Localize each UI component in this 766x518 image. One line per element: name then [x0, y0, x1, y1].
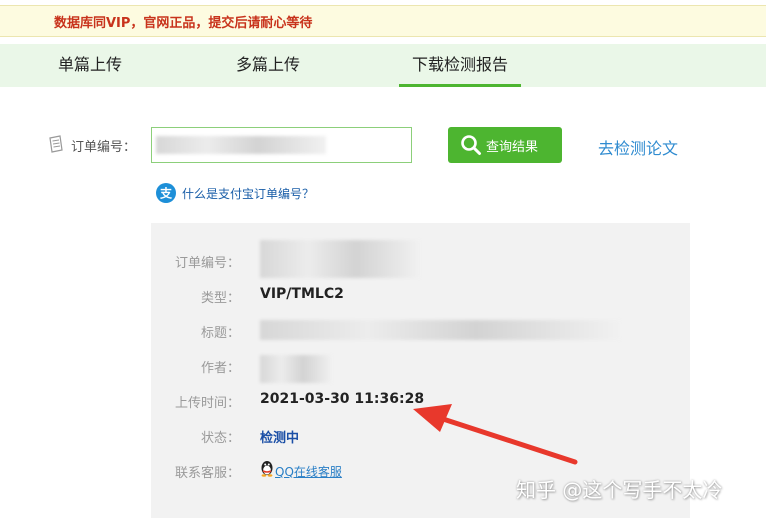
- red-arrow-annotation: [413, 404, 578, 465]
- watermark-text: 知乎 @这个写手不太冷: [516, 478, 723, 502]
